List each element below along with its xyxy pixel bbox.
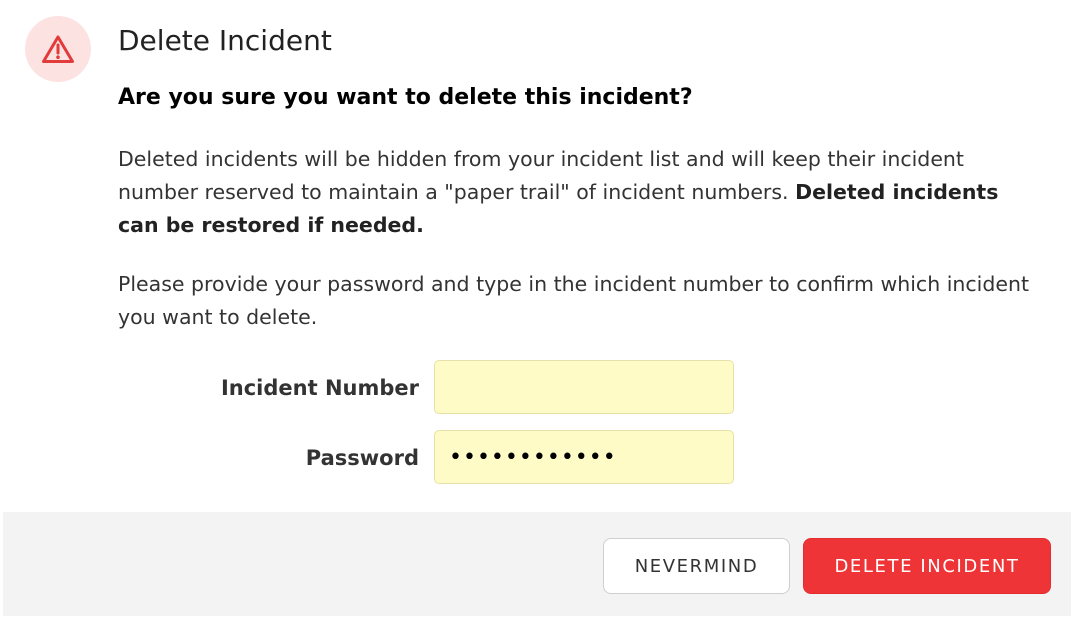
confirmation-question: Are you sure you want to delete this inc… [118, 85, 693, 110]
incident-number-row: Incident Number [0, 360, 1079, 414]
dialog-footer: NEVERMIND DELETE INCIDENT [3, 512, 1071, 616]
warning-badge [25, 16, 91, 82]
delete-incident-dialog: Delete Incident Are you sure you want to… [0, 0, 1079, 626]
warning-triangle-icon [41, 34, 75, 64]
nevermind-button[interactable]: NEVERMIND [603, 538, 790, 594]
confirmation-instructions: Please provide your password and type in… [118, 272, 1030, 329]
dialog-title: Delete Incident [118, 24, 332, 57]
password-label: Password [305, 446, 419, 470]
password-input[interactable] [434, 430, 734, 484]
incident-number-label: Incident Number [220, 376, 419, 400]
delete-incident-button[interactable]: DELETE INCIDENT [803, 538, 1051, 594]
password-row: Password [0, 430, 1079, 484]
deletion-explanation: Deleted incidents will be hidden from yo… [118, 143, 1033, 242]
incident-number-input[interactable] [434, 360, 734, 414]
